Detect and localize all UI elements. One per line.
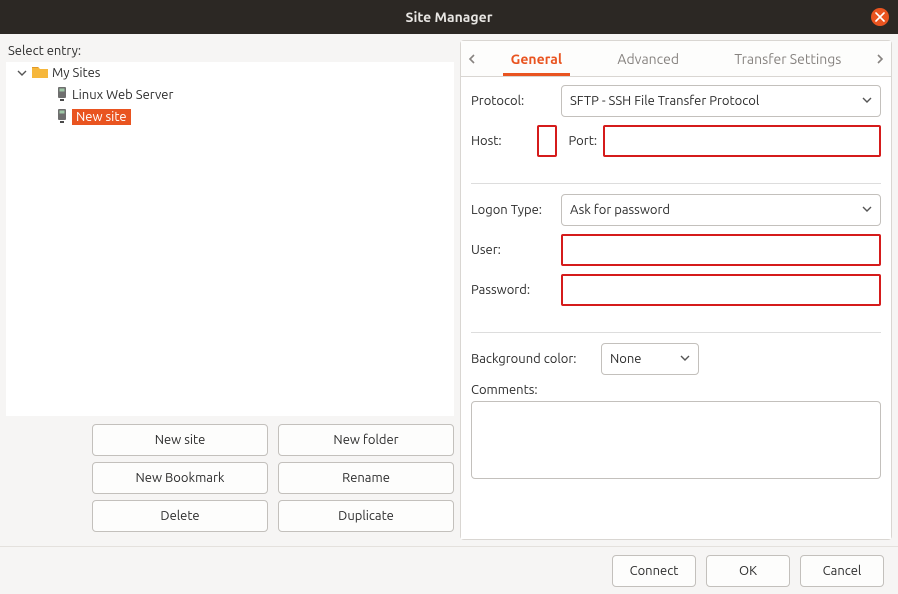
window-close-button[interactable] bbox=[871, 8, 889, 26]
port-label: Port: bbox=[569, 134, 597, 148]
site-tree[interactable]: My Sites Linux Web Server New site bbox=[6, 62, 454, 416]
bgcolor-value: None bbox=[610, 352, 642, 366]
logon-type-select[interactable]: Ask for password bbox=[561, 194, 881, 226]
chevron-left-icon bbox=[467, 54, 477, 64]
rename-button[interactable]: Rename bbox=[278, 462, 454, 494]
logon-type-label: Logon Type: bbox=[471, 203, 561, 217]
logon-type-value: Ask for password bbox=[570, 203, 670, 217]
password-label: Password: bbox=[471, 283, 561, 297]
tree-root-my-sites[interactable]: My Sites bbox=[6, 62, 454, 84]
comments-label: Comments: bbox=[471, 383, 881, 397]
host-port-row: Host: Port: bbox=[471, 125, 881, 157]
tab-general[interactable]: General bbox=[503, 41, 571, 76]
tree-item-linux-web-server[interactable]: Linux Web Server bbox=[6, 84, 454, 106]
chevron-down-icon bbox=[862, 203, 872, 217]
host-label: Host: bbox=[471, 134, 531, 148]
tree-item-label: New site bbox=[72, 109, 131, 125]
right-panel: General Advanced Transfer Settings Proto… bbox=[460, 40, 892, 540]
user-row: User: bbox=[471, 234, 881, 266]
left-panel: Select entry: My Sites Linux Web Server bbox=[6, 40, 454, 540]
server-icon bbox=[56, 109, 68, 126]
password-row: Password: bbox=[471, 274, 881, 306]
protocol-label: Protocol: bbox=[471, 94, 561, 108]
server-icon bbox=[56, 87, 68, 104]
general-form: Protocol: SFTP - SSH File Transfer Proto… bbox=[461, 77, 891, 539]
tab-scroll-right[interactable] bbox=[869, 41, 891, 76]
protocol-value: SFTP - SSH File Transfer Protocol bbox=[570, 94, 759, 108]
tree-item-label: Linux Web Server bbox=[72, 88, 173, 102]
tabs: General Advanced Transfer Settings bbox=[483, 41, 869, 76]
tab-transfer-settings[interactable]: Transfer Settings bbox=[726, 41, 849, 76]
protocol-select[interactable]: SFTP - SSH File Transfer Protocol bbox=[561, 85, 881, 117]
separator bbox=[471, 332, 881, 333]
duplicate-button[interactable]: Duplicate bbox=[278, 500, 454, 532]
new-folder-button[interactable]: New folder bbox=[278, 424, 454, 456]
separator bbox=[471, 183, 881, 184]
chevron-down-icon bbox=[16, 68, 28, 78]
chevron-down-icon bbox=[680, 352, 690, 366]
protocol-row: Protocol: SFTP - SSH File Transfer Proto… bbox=[471, 85, 881, 117]
user-label: User: bbox=[471, 243, 561, 257]
ok-button[interactable]: OK bbox=[706, 555, 790, 587]
bgcolor-label: Background color: bbox=[471, 352, 601, 366]
connect-button[interactable]: Connect bbox=[612, 555, 696, 587]
new-bookmark-button[interactable]: New Bookmark bbox=[92, 462, 268, 494]
bgcolor-select[interactable]: None bbox=[601, 343, 699, 375]
chevron-right-icon bbox=[875, 54, 885, 64]
content-area: Select entry: My Sites Linux Web Server bbox=[0, 34, 898, 546]
site-buttons-grid: New site New folder New Bookmark Rename … bbox=[6, 416, 454, 540]
select-entry-label: Select entry: bbox=[6, 40, 454, 62]
dialog-footer: Connect OK Cancel bbox=[0, 546, 898, 594]
chevron-down-icon bbox=[862, 94, 872, 108]
password-input[interactable] bbox=[561, 274, 881, 306]
tab-advanced[interactable]: Advanced bbox=[609, 41, 687, 76]
logon-type-row: Logon Type: Ask for password bbox=[471, 194, 881, 226]
tree-item-new-site[interactable]: New site bbox=[6, 106, 454, 128]
main-row: Select entry: My Sites Linux Web Server bbox=[6, 40, 892, 540]
user-input[interactable] bbox=[561, 234, 881, 266]
comments-area: Comments: bbox=[471, 383, 881, 482]
host-input[interactable] bbox=[537, 125, 557, 157]
new-site-button[interactable]: New site bbox=[92, 424, 268, 456]
delete-button[interactable]: Delete bbox=[92, 500, 268, 532]
bgcolor-row: Background color: None bbox=[471, 343, 881, 375]
tab-scroll-left[interactable] bbox=[461, 41, 483, 76]
tab-bar: General Advanced Transfer Settings bbox=[461, 41, 891, 77]
comments-textarea[interactable] bbox=[471, 401, 881, 479]
close-icon bbox=[875, 12, 885, 22]
window-title: Site Manager bbox=[406, 9, 493, 25]
tree-root-label: My Sites bbox=[52, 66, 100, 80]
titlebar: Site Manager bbox=[0, 0, 898, 34]
port-input[interactable] bbox=[603, 125, 881, 157]
folder-icon bbox=[32, 65, 48, 82]
cancel-button[interactable]: Cancel bbox=[800, 555, 884, 587]
